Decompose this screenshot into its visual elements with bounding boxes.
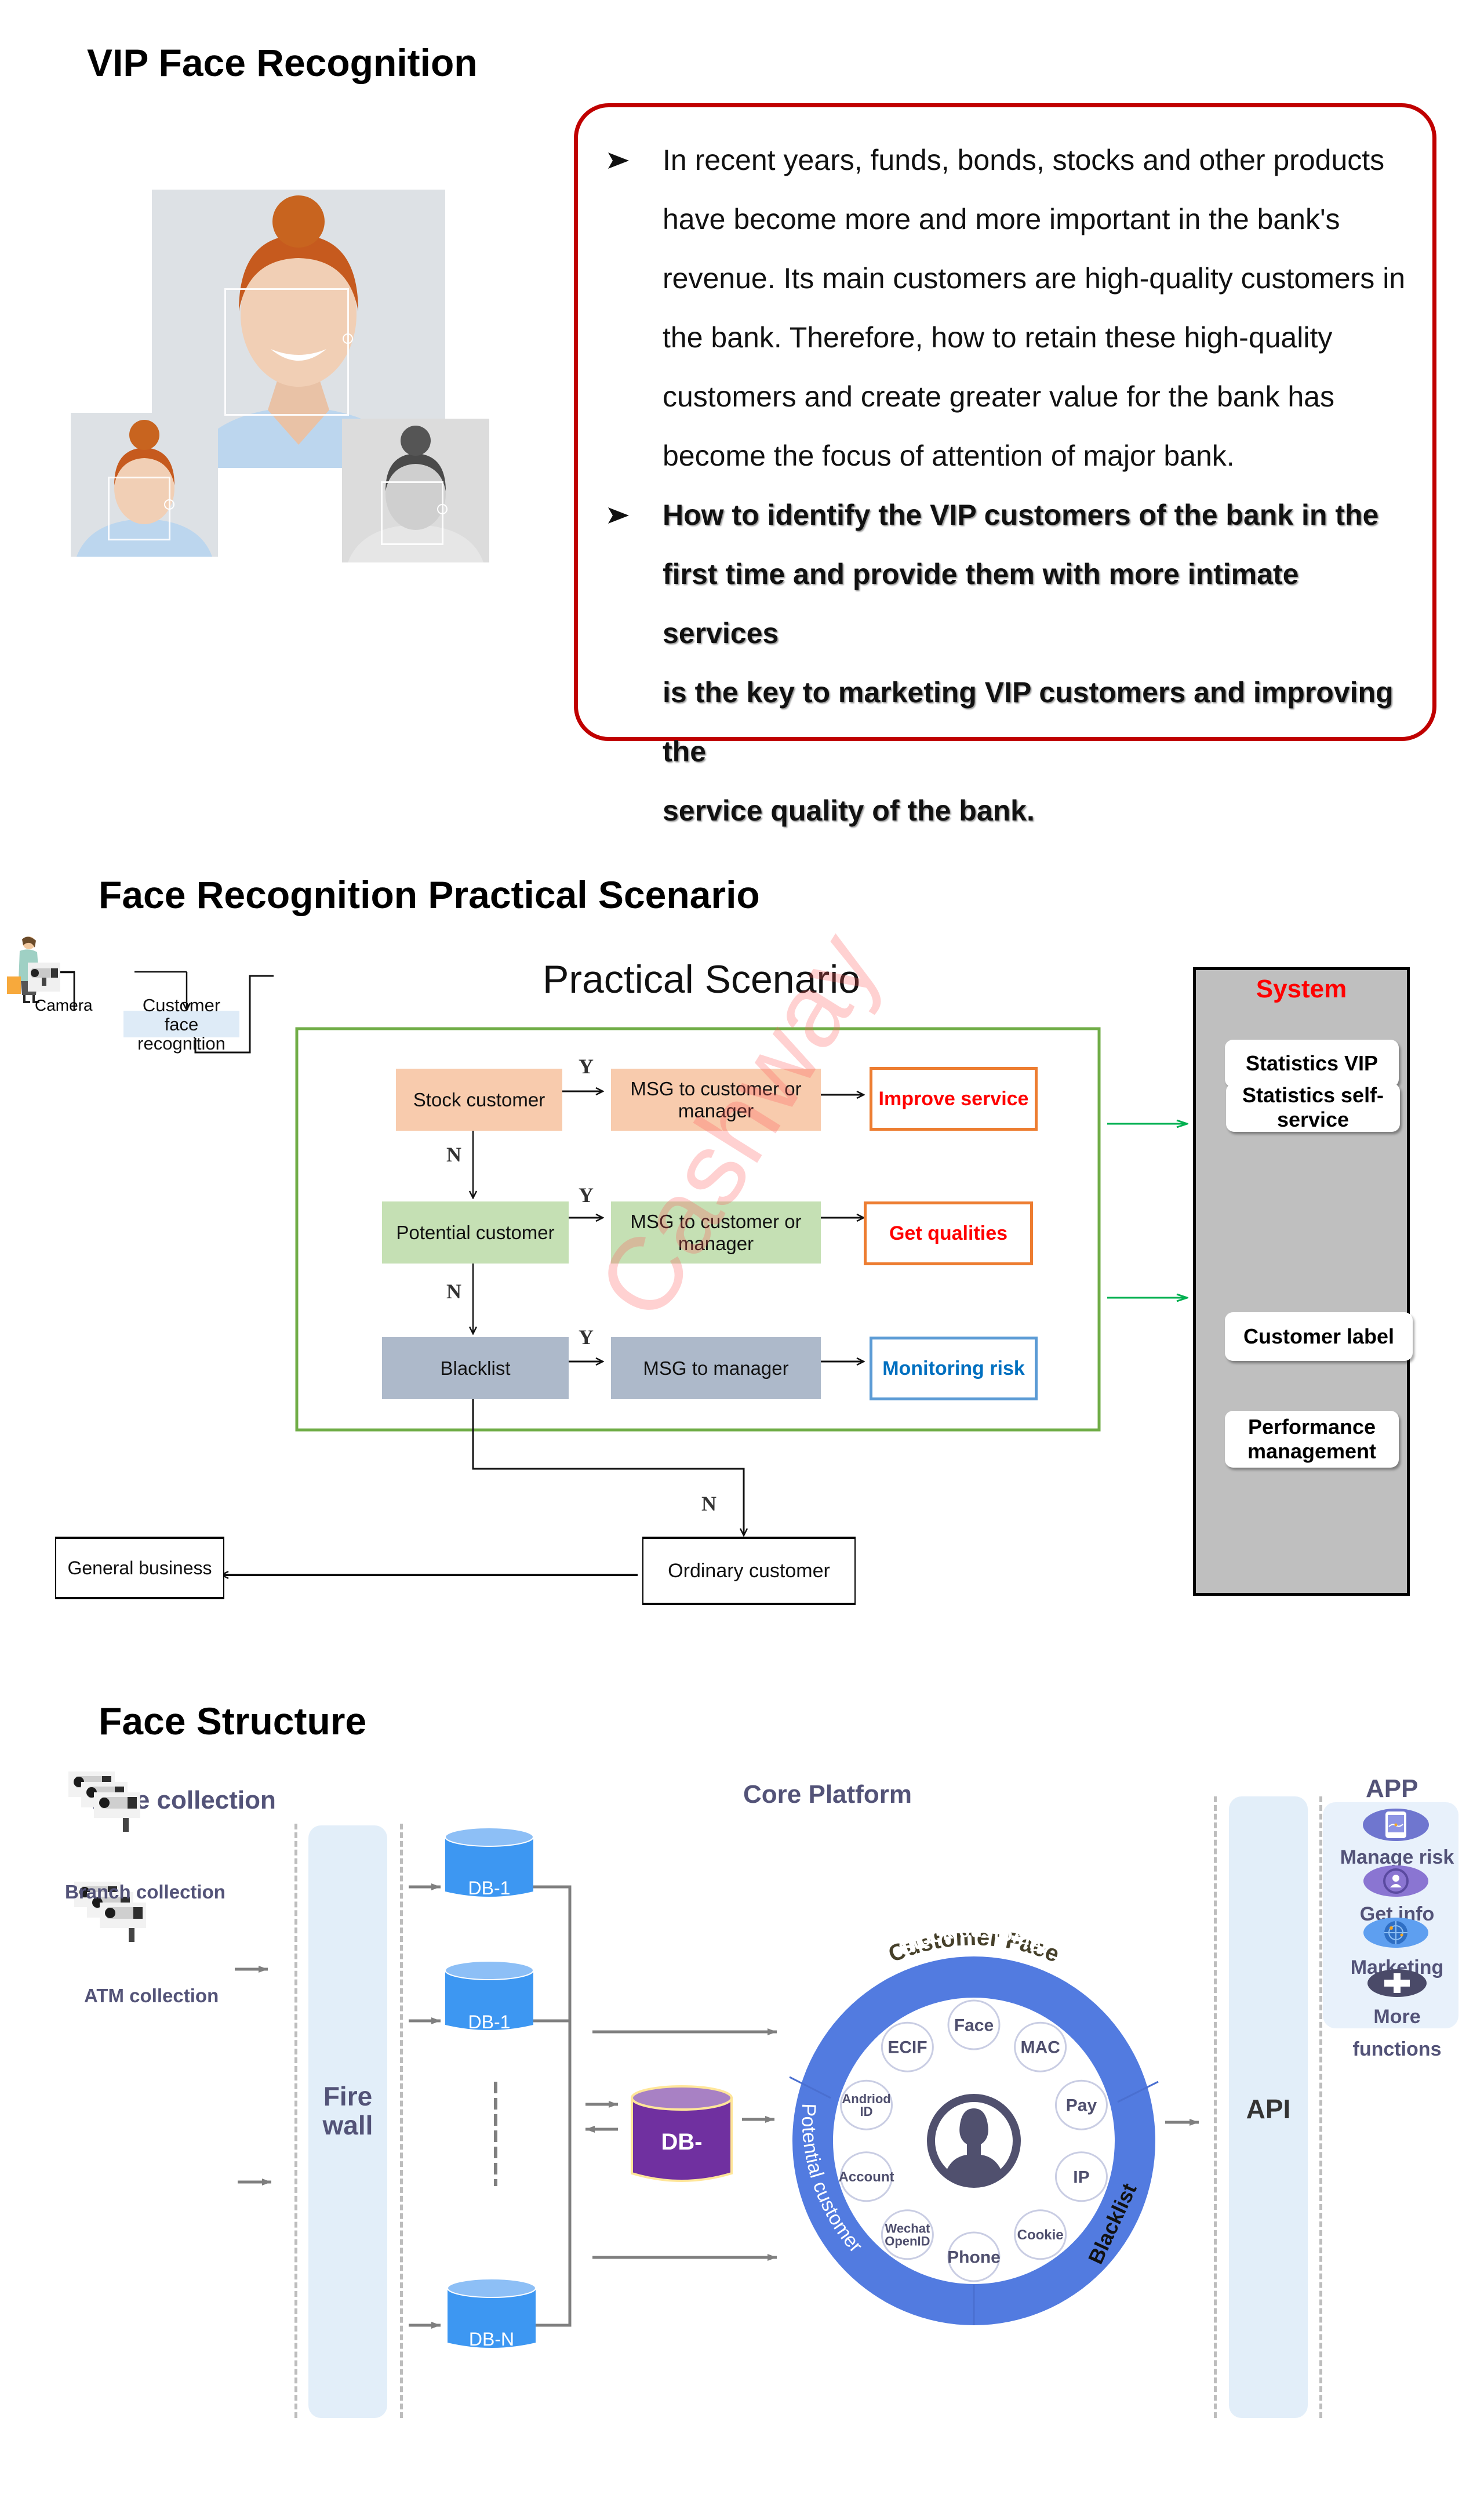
ordinary-customer-label: Ordinary customer xyxy=(668,1560,830,1582)
improve-service-label: Improve service xyxy=(878,1088,1029,1110)
user-avatar-icon xyxy=(927,2094,1021,2188)
attribute-chip-ecif: ECIF xyxy=(881,2021,934,2072)
attribute-chip-cookie: Cookie xyxy=(1014,2209,1067,2260)
user-target-icon[interactable] xyxy=(1362,1864,1430,1898)
attribute-chip-face: Face xyxy=(947,1999,1001,2050)
ordinary-customer-box[interactable]: Ordinary customer xyxy=(642,1537,856,1605)
msg-customer-manager-box-2[interactable]: MSG to customer or manager xyxy=(611,1201,821,1264)
yes-label: Y xyxy=(579,1183,594,1207)
yes-label: Y xyxy=(579,1055,594,1078)
structure-connectors xyxy=(235,1883,1199,2329)
customer-face-ring: Customer Face Stock customer Potential c… xyxy=(789,1919,1159,2325)
system-title: System xyxy=(1256,975,1347,1003)
no-label: N xyxy=(701,1492,716,1515)
msg-customer-manager-box-1[interactable]: MSG to customer or manager xyxy=(611,1069,821,1131)
msg-label: MSG to customer or manager xyxy=(630,1077,802,1121)
chip-label: Phone xyxy=(947,2248,1001,2267)
blacklist-label: Blacklist xyxy=(440,1357,511,1379)
attribute-chip-wechat-openid: WechatOpenID xyxy=(881,2209,934,2260)
chip-label: ID xyxy=(860,2104,873,2119)
blacklist-box[interactable]: Blacklist xyxy=(382,1337,569,1399)
chip-label: ECIF xyxy=(888,2038,927,2057)
app-label-more-functions[interactable]: More functions xyxy=(1327,2001,1467,2065)
camera-icon xyxy=(28,963,60,992)
msg-label: MSG to manager xyxy=(643,1357,789,1379)
chip-label: MAC xyxy=(1020,2038,1060,2057)
attribute-chip-phone: Phone xyxy=(947,2231,1001,2282)
stock-customer-box[interactable]: Stock customer xyxy=(396,1069,562,1131)
chip-label: IP xyxy=(1073,2168,1089,2187)
customer-face-recognition-label: Customer face recognition xyxy=(137,994,225,1054)
central-db-label: DB- xyxy=(661,2129,703,2155)
chip-label: Cookie xyxy=(1017,2227,1064,2243)
potential-customer-box[interactable]: Potential customer xyxy=(382,1201,569,1264)
attribute-chip-mac: MAC xyxy=(1014,2021,1067,2072)
db-label: DB-1 xyxy=(468,2012,511,2032)
chip-label: OpenID xyxy=(885,2234,930,2249)
msg-label: MSG to customer or manager xyxy=(630,1210,802,1254)
system-item-statistics-self-service[interactable]: Statistics self-service xyxy=(1226,1083,1400,1132)
phone-chart-icon[interactable] xyxy=(1362,1808,1430,1842)
customer-face-recognition-box: Customer face recognition xyxy=(123,996,239,1053)
no-label: N xyxy=(446,1143,461,1166)
general-business-box[interactable]: General business xyxy=(55,1537,224,1599)
monitoring-risk-label: Monitoring risk xyxy=(882,1357,1025,1379)
attribute-chip-ip: IP xyxy=(1054,2151,1108,2202)
system-item-statistics-vip[interactable]: Statistics VIP xyxy=(1225,1040,1399,1087)
chip-label: Face xyxy=(954,2016,994,2035)
section-title-face-structure: Face Structure xyxy=(99,1700,367,1742)
improve-service-box[interactable]: Improve service xyxy=(870,1067,1038,1131)
potential-customer-label: Potential customer xyxy=(396,1221,555,1243)
yes-label: Y xyxy=(579,1326,594,1349)
monitoring-risk-box[interactable]: Monitoring risk xyxy=(870,1337,1038,1400)
stock-customer-label: Stock customer xyxy=(413,1088,545,1110)
db-label: DB-N xyxy=(468,2329,515,2350)
radar-icon[interactable] xyxy=(1362,1916,1430,1949)
db-label: DB-1 xyxy=(468,1878,511,1898)
system-panel: System Statistics VIP Statistics self-se… xyxy=(1193,967,1413,1596)
chip-label: Account xyxy=(839,2169,894,2185)
system-item-customer-label[interactable]: Customer label xyxy=(1225,1312,1413,1361)
no-label: N xyxy=(446,1280,461,1303)
chip-label: Pay xyxy=(1066,2096,1097,2115)
get-qualities-box[interactable]: Get qualities xyxy=(864,1201,1033,1265)
attribute-chip-pay: Pay xyxy=(1054,2079,1108,2130)
get-qualities-label: Get qualities xyxy=(889,1222,1008,1244)
msg-manager-box[interactable]: MSG to manager xyxy=(611,1337,821,1399)
general-business-label: General business xyxy=(67,1558,212,1578)
plus-icon[interactable] xyxy=(1367,1969,1427,1998)
system-item-performance-management[interactable]: Performance management xyxy=(1225,1411,1399,1468)
camera-label: Camera xyxy=(35,996,93,1014)
attribute-chip-andriod-id: AndriodID xyxy=(840,2079,893,2130)
